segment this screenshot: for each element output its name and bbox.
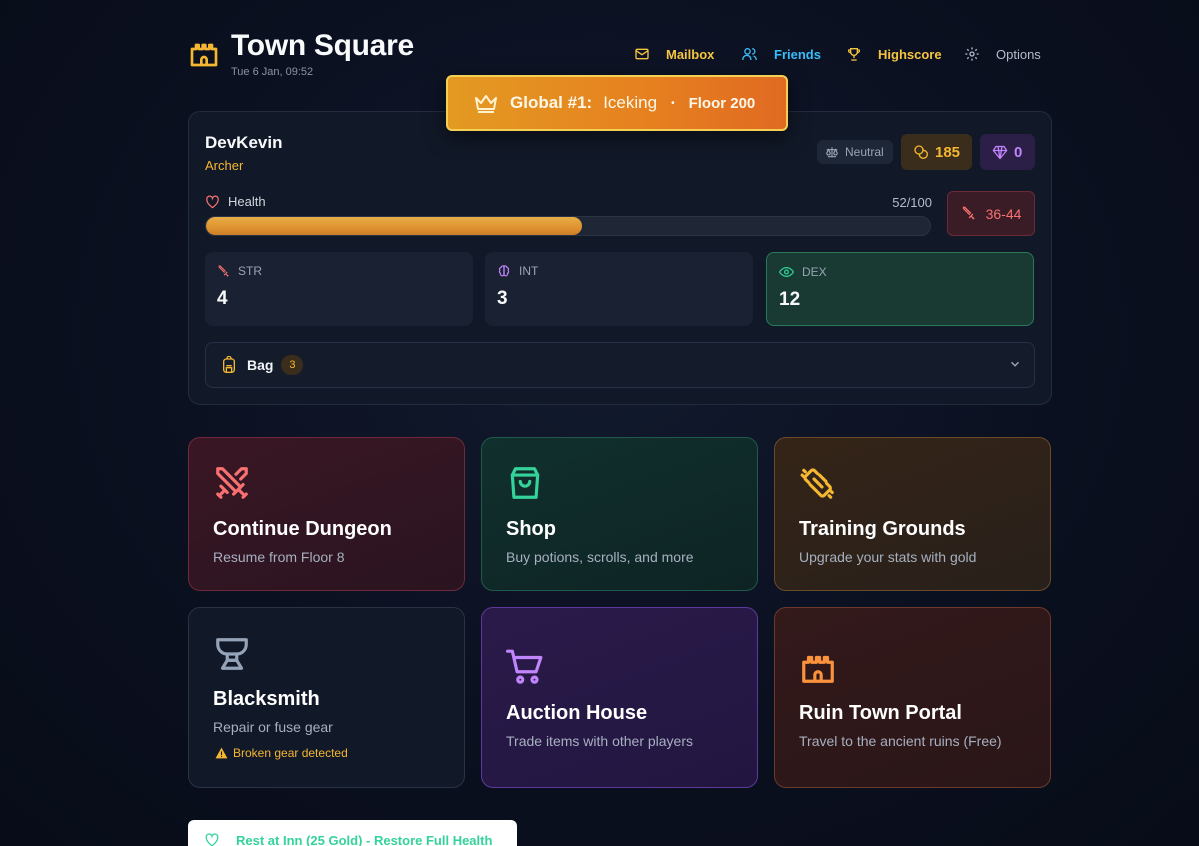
nav-highscore[interactable]: Highscore	[846, 44, 942, 64]
castle-icon	[799, 648, 837, 686]
health-bar	[205, 216, 931, 236]
nav-highscore-label: Highscore	[878, 46, 942, 62]
rest-at-inn-button[interactable]: Rest at Inn (25 Gold) - Restore Full Hea…	[188, 820, 517, 846]
page-title: Town Square	[231, 29, 414, 62]
heart-icon	[204, 833, 220, 846]
warning-text: Broken gear detected	[233, 746, 348, 760]
gear-icon	[964, 46, 980, 62]
brain-icon	[497, 264, 511, 278]
tile-description: Resume from Floor 8	[213, 549, 345, 565]
auction-house-tile[interactable]: Auction House Trade items with other pla…	[481, 607, 758, 788]
sword-icon	[217, 265, 230, 278]
shopping-cart-icon	[506, 648, 544, 686]
stat-str-label: STR	[238, 264, 262, 278]
ruin-town-portal-tile[interactable]: Ruin Town Portal Travel to the ancient r…	[774, 607, 1051, 788]
stat-str: STR 4	[205, 252, 473, 326]
nav-friends[interactable]: Friends	[741, 44, 821, 64]
scale-icon	[825, 146, 839, 158]
continue-dungeon-tile[interactable]: Continue Dungeon Resume from Floor 8	[188, 437, 465, 591]
tile-title: Shop	[506, 518, 556, 540]
tile-title: Ruin Town Portal	[799, 702, 962, 724]
tile-title: Blacksmith	[213, 688, 320, 710]
tile-title: Training Grounds	[799, 518, 966, 540]
stat-dex-value: 12	[779, 289, 801, 310]
global-leader-banner: Global #1: Iceking • Floor 200	[446, 75, 788, 131]
castle-icon	[188, 36, 220, 70]
heart-icon	[205, 195, 220, 209]
tile-description: Upgrade your stats with gold	[799, 549, 977, 565]
gold-badge: 185	[901, 134, 972, 170]
dumbbell-icon	[799, 464, 837, 502]
gem-icon	[992, 145, 1008, 160]
stat-int-label: INT	[519, 264, 539, 278]
tile-title: Continue Dungeon	[213, 518, 392, 540]
coins-icon	[913, 144, 929, 160]
warning-icon	[215, 747, 228, 759]
rest-at-inn-label: Rest at Inn (25 Gold) - Restore Full Hea…	[236, 832, 493, 846]
training-grounds-tile[interactable]: Training Grounds Upgrade your stats with…	[774, 437, 1051, 591]
chevron-down-icon	[1008, 357, 1022, 371]
tile-description: Buy potions, scrolls, and more	[506, 549, 694, 565]
health-bar-fill	[206, 217, 583, 235]
gold-value: 185	[935, 143, 961, 161]
alignment-label: Neutral	[845, 145, 884, 159]
bag-count-badge: 3	[281, 355, 304, 375]
tile-description: Repair or fuse gear	[213, 719, 333, 735]
nav-options-label: Options	[996, 46, 1041, 62]
nav-options[interactable]: Options	[964, 44, 1041, 64]
banner-player: Iceking	[603, 93, 658, 112]
nav-mailbox-label: Mailbox	[666, 46, 715, 62]
alignment-badge: Neutral	[817, 140, 893, 164]
health-label: Health	[205, 194, 266, 209]
shop-tile[interactable]: Shop Buy potions, scrolls, and more	[481, 437, 758, 591]
tile-description: Travel to the ancient ruins (Free)	[799, 733, 1002, 749]
anvil-icon	[213, 636, 251, 672]
player-name: DevKevin	[205, 133, 283, 152]
shopping-bag-icon	[506, 464, 544, 502]
health-value: 52/100	[892, 195, 932, 210]
mail-icon	[634, 46, 650, 62]
crossed-swords-icon	[213, 464, 251, 502]
crown-icon	[474, 93, 498, 113]
health-label-text: Health	[228, 194, 266, 209]
stat-dex: DEX 12	[766, 252, 1034, 326]
damage-value: 36-44	[985, 205, 1022, 222]
trophy-icon	[846, 46, 862, 62]
gem-value: 0	[1014, 143, 1023, 161]
tile-description: Trade items with other players	[506, 733, 693, 749]
bag-label: Bag	[247, 357, 274, 373]
stat-int-value: 3	[497, 288, 508, 309]
backpack-icon	[221, 356, 237, 374]
banner-floor: Floor 200	[688, 94, 756, 112]
eye-icon	[779, 266, 794, 278]
users-icon	[741, 46, 758, 62]
gem-badge: 0	[980, 134, 1035, 170]
player-class: Archer	[205, 158, 244, 173]
stat-dex-label: DEX	[802, 265, 827, 279]
banner-label: Global #1:	[510, 93, 593, 112]
damage-badge: 36-44	[947, 191, 1035, 236]
sword-icon	[961, 206, 976, 221]
nav-mailbox[interactable]: Mailbox	[634, 44, 714, 64]
banner-separator: •	[671, 97, 675, 109]
stat-int: INT 3	[485, 252, 753, 326]
broken-gear-warning: Broken gear detected	[215, 746, 348, 760]
stat-str-value: 4	[217, 288, 228, 309]
blacksmith-tile[interactable]: Blacksmith Repair or fuse gear Broken ge…	[188, 607, 465, 788]
tile-title: Auction House	[506, 702, 648, 724]
bag-toggle[interactable]: Bag 3	[205, 342, 1035, 388]
datetime: Tue 6 Jan, 09:52	[231, 66, 314, 78]
nav-friends-label: Friends	[774, 46, 821, 62]
